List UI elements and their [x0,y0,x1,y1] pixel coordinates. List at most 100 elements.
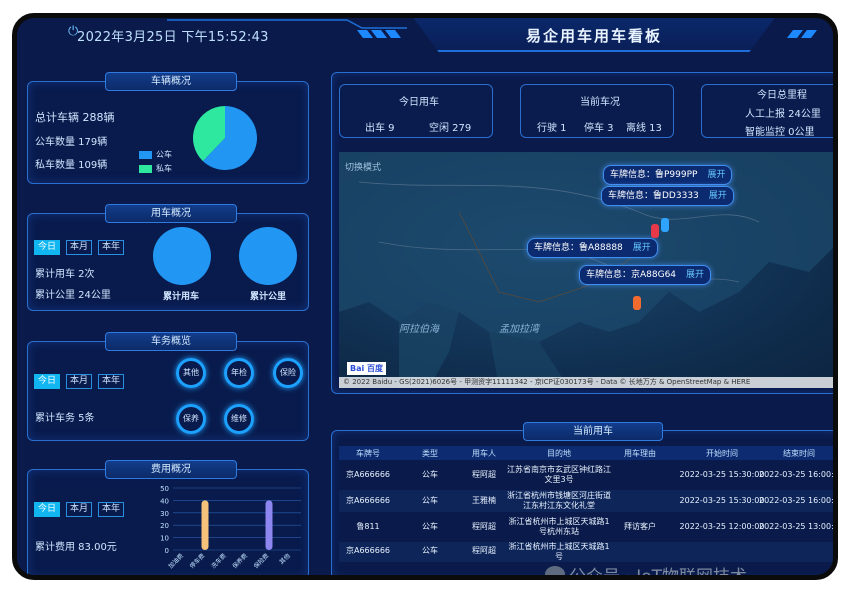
x-tick-label: 保养费 [231,552,249,570]
usage-month-button[interactable]: 本月 [66,240,92,255]
today-mileage-title: 今日总里程 [757,90,807,101]
vehicle-pie-chart [193,106,257,170]
popup-expand-link[interactable]: 展开 [633,243,651,253]
task-repair-ring[interactable]: 维修 [224,404,254,434]
today-usage-title: 今日用车 [399,97,439,108]
table-row[interactable]: 京A666666 公车 王雅楠 浙江省杭州市钱塘区河庄街道江东村江东文化礼堂 2… [339,490,838,512]
vehicle-marker-icon[interactable] [633,296,641,310]
public-vehicles: 公车数量 179辆 [35,137,108,148]
cost-year-button[interactable]: 本年 [98,502,124,517]
today-mileage-manual: 人工上报 24公里 [745,109,821,120]
cell-user: 程阿超 [472,546,496,555]
legend-private-label: 私车 [156,164,172,173]
cell-type: 公车 [422,496,438,505]
task-maintenance-ring[interactable]: 保养 [176,404,206,434]
col-start: 开始时间 [706,449,738,458]
task-other-ring[interactable]: 其他 [176,358,206,388]
task-inspection-ring[interactable]: 年检 [224,358,254,388]
vehicle-marker-icon[interactable] [661,218,669,232]
popup-expand-link[interactable]: 展开 [709,191,727,201]
wechat-icon [545,566,565,575]
legend-public-label: 公车 [156,150,172,159]
y-tick-label: 30 [160,510,169,518]
table-row[interactable]: 京A666666 公车 程阿超 浙江省杭州市上城区天城路1号 [339,542,833,562]
task-overview-panel [27,341,309,441]
cell-type: 公车 [422,470,438,479]
cell-user: 程阿超 [472,522,496,531]
popup-expand-link[interactable]: 展开 [686,270,704,280]
today-usage-out: 出车 9 [365,123,395,134]
task-count: 累计车务 5条 [35,413,95,424]
x-tick-label: 停车费 [188,552,206,570]
baidu-logo: Bai 百度 [347,362,387,375]
usage-today-button[interactable]: 今日 [34,240,60,255]
usage-distance-circle-label: 累计公里 [250,292,287,302]
usage-year-button[interactable]: 本年 [98,240,124,255]
map-attribution: © 2022 Baidu - GS(2021)6026号 - 甲测资字11111… [339,377,833,388]
current-status-offline: 离线 13 [626,123,662,134]
cell-user: 程阿超 [472,470,496,479]
cell-start: 2022-03-25 15:30:00 [679,496,765,505]
cell-end: 2022-03-25 16:00:00 [759,496,838,505]
current-usage-tab: 当前用车 [523,422,663,441]
watermark-text: 公众号 · IoT物联网技术 [569,567,748,580]
y-tick-label: 50 [160,485,169,493]
today-mileage-smart: 智能监控 0公里 [745,127,815,138]
popup-plate-label: 车牌信息：鲁P999PP [610,170,698,180]
popup-plate-label: 车牌信息：鲁A88888 [534,243,623,253]
cost-total: 累计费用 83.00元 [35,542,117,553]
vehicle-marker-icon[interactable] [651,224,659,238]
y-tick-label: 20 [160,522,169,530]
cell-start: 2022-03-25 12:00:00 [679,522,765,531]
x-tick-label: 加油费 [167,552,185,570]
cost-month-button[interactable]: 本月 [66,502,92,517]
header-chevron-left-decoration [357,30,401,38]
map-popup-vehicle-3[interactable]: 车牌信息：鲁A88888 展开 [527,238,658,258]
vehicle-map[interactable]: 切换模式 阿拉伯海 孟加拉湾 车牌信息：鲁P999PP 展开 车牌信息：鲁DD33… [339,152,833,388]
cell-plate: 鲁811 [356,522,380,531]
dashboard-frame: ⏻ 2022年3月25日 下午15:52:43 易企用车用车看板 车辆概况 总计… [12,13,838,580]
task-insurance-ring[interactable]: 保险 [273,358,303,388]
current-status-title: 当前车况 [580,97,620,108]
cell-plate: 京A666666 [345,470,390,479]
y-tick-label: 0 [165,547,169,555]
cell-destination: 江苏省南京市玄武区钟红路江文里3号 [507,465,611,484]
map-mode-toggle[interactable]: 切换模式 [345,160,381,173]
cost-today-button[interactable]: 今日 [34,502,60,517]
task-month-button[interactable]: 本月 [66,374,92,389]
map-region-arabian-sea: 阿拉伯海 [399,324,439,335]
usage-trips-circle [153,227,211,285]
header-chevron-right-decoration [787,30,817,38]
bar [265,500,273,550]
legend-private-swatch [139,165,152,173]
usage-trips-circle-label: 累计用车 [163,292,200,302]
cell-destination: 浙江省杭州市上城区天城路1号杭州东站 [508,517,610,536]
cell-user: 王雅楠 [472,496,496,505]
table-row[interactable]: 鲁811 公车 程阿超 浙江省杭州市上城区天城路1号杭州东站 拜访客户 2022… [339,516,833,538]
map-popup-vehicle-1[interactable]: 车牌信息：鲁P999PP 展开 [603,165,733,185]
table-row[interactable]: 京A666666 公车 程阿超 江苏省南京市玄武区钟红路江文里3号 2022-0… [339,464,833,486]
usage-trips: 累计用车 2次 [35,269,95,280]
cell-reason: 拜访客户 [624,522,656,531]
cost-overview-tab: 费用概况 [105,460,237,479]
col-reason: 用车理由 [624,449,656,458]
popup-expand-link[interactable]: 展开 [707,170,725,180]
popup-plate-label: 车牌信息：京A88G64 [586,270,677,280]
map-popup-vehicle-4[interactable]: 车牌信息：京A88G64 展开 [579,265,712,285]
current-status-stopped: 停车 3 [584,123,614,134]
x-tick-label: 洗车费 [209,552,227,570]
cell-type: 公车 [422,546,438,555]
task-today-button[interactable]: 今日 [34,374,60,389]
cost-bar-chart: 50 40 30 20 10 0加油费 停车费 洗车费 保养费 保险费 其他 [160,485,301,570]
col-end: 结束时间 [783,449,815,458]
task-overview-tab: 车务概览 [105,332,237,351]
col-type: 类型 [422,449,438,458]
today-usage-idle: 空闲 279 [429,123,472,134]
usage-distance: 累计公里 24公里 [35,290,111,301]
page-title: 易企用车用车看板 [525,27,662,45]
task-year-button[interactable]: 本年 [98,374,124,389]
cell-start: 2022-03-25 15:30:00 [679,470,765,479]
y-tick-label: 10 [160,535,169,543]
map-popup-vehicle-2[interactable]: 车牌信息：鲁DD3333 展开 [601,186,734,206]
cell-plate: 京A666666 [345,546,390,555]
